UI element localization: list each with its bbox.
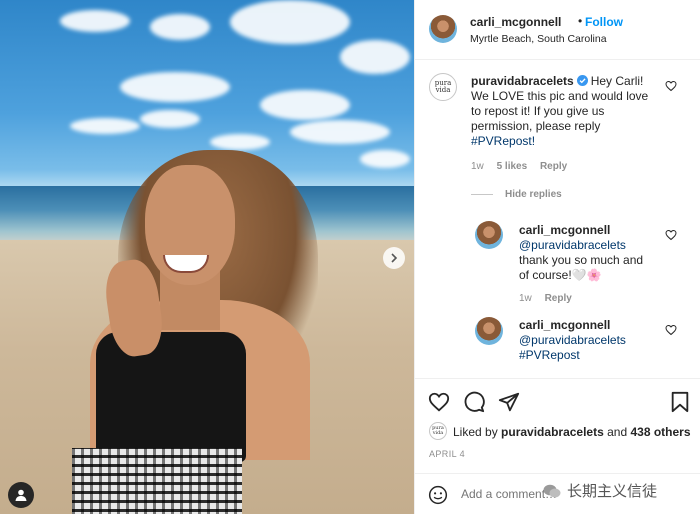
reply-item: carli_mcgonnell @puravidabracelets #PVRe… xyxy=(415,310,700,378)
cloud xyxy=(70,118,140,134)
reply-button[interactable]: Reply xyxy=(545,293,572,304)
commenter-avatar[interactable]: pura vida xyxy=(429,73,457,101)
cloud xyxy=(340,40,410,74)
liker-avatar[interactable]: pura vida xyxy=(429,422,447,440)
black-crop-top xyxy=(96,332,246,462)
post-date[interactable]: APRIL 4 xyxy=(429,449,465,459)
cloud xyxy=(290,120,390,144)
watermark: 长期主义信徒 xyxy=(543,480,657,501)
reply-avatar[interactable] xyxy=(475,221,503,249)
cloud xyxy=(360,150,410,168)
mention-link[interactable]: @puravidabracelets xyxy=(519,333,626,347)
share-icon[interactable] xyxy=(498,391,520,413)
hide-replies-label: Hide replies xyxy=(505,189,562,200)
comment-icon[interactable] xyxy=(463,391,485,413)
liker-username[interactable]: puravidabracelets xyxy=(501,425,604,439)
heart-icon[interactable] xyxy=(428,391,450,413)
avatar-text: pura vida xyxy=(432,425,444,436)
reply-body: carli_mcgonnell @puravidabracelets #PVRe… xyxy=(519,318,655,363)
divider-line xyxy=(471,194,493,195)
reply-body: carli_mcgonnell @puravidabracelets thank… xyxy=(519,223,655,283)
hashtag-link[interactable]: #PVRepost xyxy=(519,348,580,362)
heart-icon[interactable] xyxy=(665,229,677,241)
author-avatar[interactable] xyxy=(429,15,457,43)
cloud xyxy=(150,14,210,40)
verified-badge-icon xyxy=(576,75,588,86)
author-username[interactable]: carli_mcgonnell xyxy=(470,15,561,29)
cloud xyxy=(260,90,350,120)
cloud xyxy=(140,110,200,128)
watermark-text: 长期主义信徒 xyxy=(567,482,658,500)
avatar-text: pura vida xyxy=(434,79,452,94)
hashtag-link[interactable]: #PVRepost! xyxy=(471,134,535,148)
reply-username[interactable]: carli_mcgonnell xyxy=(519,318,610,332)
bookmark-icon[interactable] xyxy=(669,391,691,413)
add-comment-bar: 长期主义信徒 xyxy=(415,473,700,514)
reply-button[interactable]: Reply xyxy=(540,161,567,172)
likes-joiner: and xyxy=(607,425,628,439)
wechat-icon xyxy=(543,484,561,497)
commenter-username[interactable]: puravidabracelets xyxy=(471,74,574,88)
heart-icon[interactable] xyxy=(665,324,677,336)
likes-summary: Liked by puravidabracelets and 438 other… xyxy=(453,425,691,439)
follow-button[interactable]: Follow xyxy=(585,15,623,29)
likes-prefix: Liked by xyxy=(453,425,498,439)
cloud xyxy=(230,0,350,44)
gingham-skirt xyxy=(72,448,242,514)
cloud xyxy=(120,72,230,102)
cloud xyxy=(210,134,270,150)
comment-item: pura vida puravidabracelets Hey Carli! We… xyxy=(415,60,700,190)
reply-item: carli_mcgonnell @puravidabracelets thank… xyxy=(415,210,700,310)
next-photo-button[interactable] xyxy=(383,247,405,269)
heart-icon[interactable] xyxy=(665,80,677,92)
post-photo[interactable] xyxy=(0,0,414,514)
reply-emoji: 🤍🌸 xyxy=(571,268,602,282)
reply-meta: 1w Reply xyxy=(519,293,582,304)
emoji-icon[interactable] xyxy=(428,485,448,505)
user-tag-icon xyxy=(15,489,27,501)
chevron-right-icon xyxy=(391,253,398,263)
comments-list[interactable]: pura vida puravidabracelets Hey Carli! We… xyxy=(415,60,700,378)
post-actions: pura vida Liked by puravidabracelets and… xyxy=(415,378,700,514)
reply-time[interactable]: 1w xyxy=(519,293,532,304)
mention-link[interactable]: @puravidabracelets xyxy=(519,238,626,252)
reply-username[interactable]: carli_mcgonnell xyxy=(519,223,610,237)
separator-dot: • xyxy=(578,14,583,28)
comment-body: puravidabracelets Hey Carli! We LOVE this… xyxy=(471,74,661,149)
reply-avatar[interactable] xyxy=(475,317,503,345)
hide-replies-toggle[interactable]: Hide replies xyxy=(471,189,562,200)
post-side-panel: carli_mcgonnell • Follow Myrtle Beach, S… xyxy=(414,0,700,514)
post-location[interactable]: Myrtle Beach, South Carolina xyxy=(470,33,607,45)
comment-likes[interactable]: 5 likes xyxy=(497,161,528,172)
comment-time[interactable]: 1w xyxy=(471,161,484,172)
comment-meta: 1w 5 likes Reply xyxy=(471,161,577,172)
likes-others-count[interactable]: 438 others xyxy=(630,425,690,439)
post-header: carli_mcgonnell • Follow Myrtle Beach, S… xyxy=(415,0,700,60)
cloud xyxy=(60,10,130,32)
user-tag-button[interactable] xyxy=(8,482,34,508)
